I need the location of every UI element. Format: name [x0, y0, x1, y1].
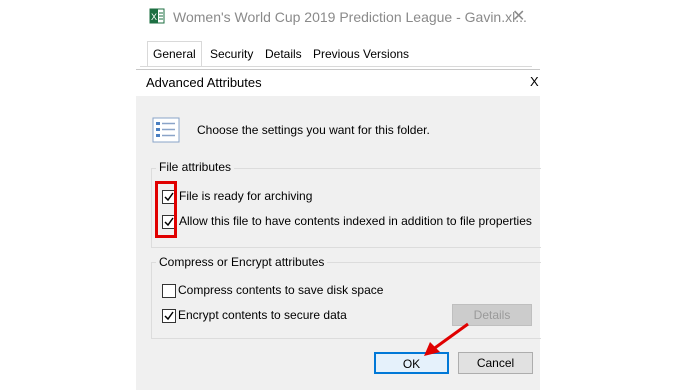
- compress-checkbox[interactable]: [162, 284, 176, 298]
- window-close-icon[interactable]: ✕: [512, 6, 525, 26]
- tab-general[interactable]: General: [147, 41, 202, 66]
- tab-details[interactable]: Details: [260, 44, 307, 64]
- dialog-title: Advanced Attributes: [146, 75, 262, 90]
- red-arrow-icon: [420, 320, 472, 360]
- checkbox-highlight-box: [155, 181, 177, 238]
- compress-checkbox-label[interactable]: Compress contents to save disk space: [178, 283, 383, 297]
- encrypt-checkbox[interactable]: [162, 309, 176, 323]
- compress-encrypt-label: Compress or Encrypt attributes: [156, 255, 328, 269]
- dialog-close-icon[interactable]: X: [530, 74, 539, 89]
- encrypt-checkbox-label[interactable]: Encrypt contents to secure data: [178, 308, 347, 322]
- settings-list-icon: [152, 117, 180, 143]
- file-attributes-group: [151, 168, 541, 248]
- excel-icon: X: [149, 8, 165, 24]
- tab-security[interactable]: Security: [205, 44, 258, 64]
- archive-checkbox-label[interactable]: File is ready for archiving: [179, 189, 312, 203]
- index-checkbox-label[interactable]: Allow this file to have contents indexed…: [179, 214, 532, 228]
- svg-text:X: X: [151, 12, 157, 22]
- info-text: Choose the settings you want for this fo…: [197, 123, 430, 137]
- window-title: Women's World Cup 2019 Prediction League…: [173, 9, 527, 25]
- compress-encrypt-group: [151, 262, 541, 339]
- file-attributes-label: File attributes: [156, 160, 235, 174]
- tab-previous-versions[interactable]: Previous Versions: [308, 44, 414, 64]
